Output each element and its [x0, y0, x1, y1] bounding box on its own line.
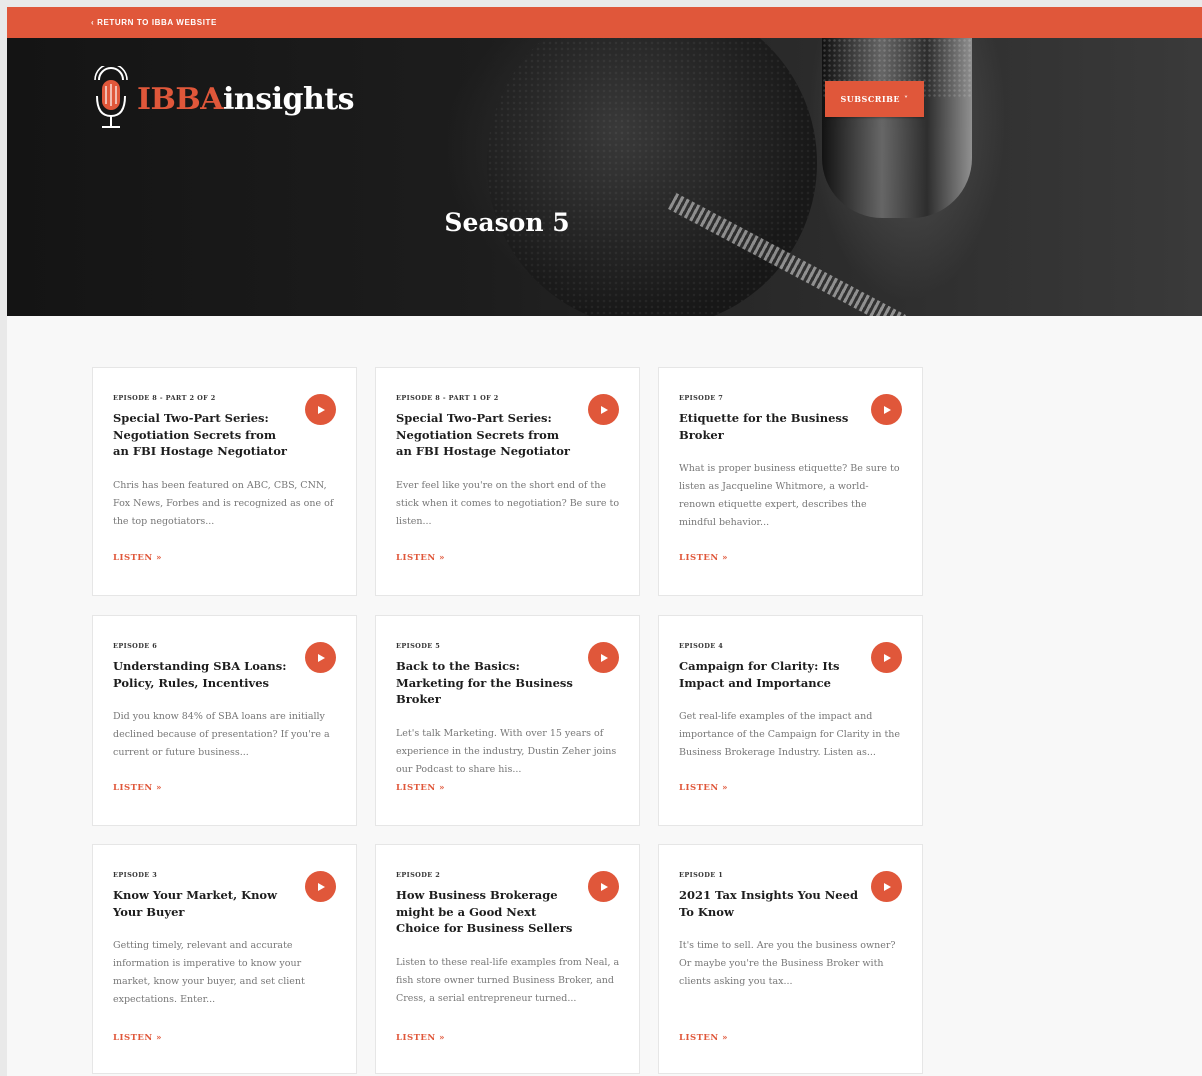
page: ‹ RETURN TO IBBA WEBSITE IBBAinsights SU…	[7, 7, 1202, 1076]
episode-description: Chris has been featured on ABC, CBS, CNN…	[113, 479, 334, 527]
top-bar: ‹ RETURN TO IBBA WEBSITE	[7, 7, 1202, 38]
listen-link[interactable]: LISTEN »	[679, 553, 728, 563]
play-button[interactable]	[588, 394, 619, 425]
listen-link[interactable]: LISTEN »	[679, 1033, 728, 1043]
play-icon	[600, 405, 608, 414]
episode-card[interactable]: EPISODE 3 Know Your Market, Know Your Bu…	[92, 844, 357, 1074]
episode-label: EPISODE 6	[113, 642, 158, 650]
listen-link[interactable]: LISTEN »	[396, 1033, 445, 1043]
episode-card[interactable]: EPISODE 8 - PART 1 OF 2 Special Two-Part…	[375, 367, 640, 596]
episode-description: Did you know 84% of SBA loans are initia…	[113, 711, 330, 758]
listen-link[interactable]: LISTEN »	[113, 1033, 162, 1043]
episode-grid: EPISODE 8 - PART 2 OF 2 Special Two-Part…	[92, 367, 923, 1074]
chevron-down-icon: ˅	[903, 94, 909, 104]
episode-label: EPISODE 4	[679, 642, 724, 650]
play-icon	[883, 405, 891, 414]
listen-link[interactable]: LISTEN »	[113, 783, 162, 793]
play-icon	[317, 653, 325, 662]
play-icon	[317, 882, 325, 891]
episode-title[interactable]: Understanding SBA Loans: Policy, Rules, …	[113, 658, 293, 691]
logo-text-ibba: IBBA	[137, 81, 224, 117]
microphone-mesh-image	[487, 38, 817, 316]
episode-label: EPISODE 8 - PART 2 OF 2	[113, 394, 216, 402]
return-to-ibba-link[interactable]: ‹ RETURN TO IBBA WEBSITE	[91, 18, 217, 27]
episode-card[interactable]: EPISODE 7 Etiquette for the Business Bro…	[658, 367, 923, 596]
episode-card[interactable]: EPISODE 6 Understanding SBA Loans: Polic…	[92, 615, 357, 826]
episode-title[interactable]: Etiquette for the Business Broker	[679, 410, 859, 443]
episode-title[interactable]: Special Two-Part Series: Negotiation Sec…	[396, 410, 576, 460]
episode-description: Listen to these real-life examples from …	[396, 956, 620, 1004]
episode-title[interactable]: Special Two-Part Series: Negotiation Sec…	[113, 410, 293, 460]
episode-title[interactable]: 2021 Tax Insights You Need To Know	[679, 887, 859, 920]
episode-label: EPISODE 2	[396, 871, 441, 879]
play-button[interactable]	[871, 394, 902, 425]
episode-description: Getting timely, relevant and accurate in…	[113, 940, 305, 1005]
microphone-body-image	[822, 38, 972, 218]
episode-label: EPISODE 7	[679, 394, 724, 402]
episode-card[interactable]: EPISODE 4 Campaign for Clarity: Its Impa…	[658, 615, 923, 826]
episode-card[interactable]: EPISODE 1 2021 Tax Insights You Need To …	[658, 844, 923, 1074]
episode-description: What is proper business etiquette? Be su…	[679, 463, 900, 528]
play-button[interactable]	[871, 642, 902, 673]
play-button[interactable]	[305, 394, 336, 425]
ibba-insights-logo[interactable]: IBBAinsights	[93, 66, 355, 132]
episode-card[interactable]: EPISODE 2 How Business Brokerage might b…	[375, 844, 640, 1074]
play-button[interactable]	[588, 642, 619, 673]
episode-description: Get real-life examples of the impact and…	[679, 711, 901, 758]
subscribe-label: SUBSCRIBE	[840, 94, 900, 104]
episode-title[interactable]: Campaign for Clarity: Its Impact and Imp…	[679, 658, 859, 691]
play-icon	[883, 653, 891, 662]
play-icon	[883, 882, 891, 891]
episode-title[interactable]: Back to the Basics: Marketing for the Bu…	[396, 658, 576, 708]
episode-card[interactable]: EPISODE 8 - PART 2 OF 2 Special Two-Part…	[92, 367, 357, 596]
episode-title[interactable]: How Business Brokerage might be a Good N…	[396, 887, 576, 937]
play-button[interactable]	[588, 871, 619, 902]
play-icon	[600, 653, 608, 662]
episode-label: EPISODE 8 - PART 1 OF 2	[396, 394, 499, 402]
episode-description: It's time to sell. Are you the business …	[679, 940, 896, 987]
microphone-logo-icon	[94, 66, 128, 128]
play-button[interactable]	[305, 642, 336, 673]
episode-label: EPISODE 3	[113, 871, 158, 879]
play-icon	[600, 882, 608, 891]
page-title: Season 5	[444, 208, 570, 237]
listen-link[interactable]: LISTEN »	[396, 553, 445, 563]
listen-link[interactable]: LISTEN »	[113, 553, 162, 563]
episode-label: EPISODE 1	[679, 871, 724, 879]
play-icon	[317, 405, 325, 414]
episode-card[interactable]: EPISODE 5 Back to the Basics: Marketing …	[375, 615, 640, 826]
play-button[interactable]	[871, 871, 902, 902]
episode-description: Ever feel like you're on the short end o…	[396, 479, 620, 527]
episode-description: Let's talk Marketing. With over 15 years…	[396, 727, 617, 775]
episode-label: EPISODE 5	[396, 642, 441, 650]
listen-link[interactable]: LISTEN »	[396, 783, 445, 793]
subscribe-button[interactable]: SUBSCRIBE ˅	[825, 81, 924, 117]
logo-text-insights: insights	[223, 81, 355, 117]
episode-title[interactable]: Know Your Market, Know Your Buyer	[113, 887, 293, 920]
hero-banner: IBBAinsights SUBSCRIBE ˅ Season 5	[7, 38, 1202, 316]
listen-link[interactable]: LISTEN »	[679, 783, 728, 793]
play-button[interactable]	[305, 871, 336, 902]
